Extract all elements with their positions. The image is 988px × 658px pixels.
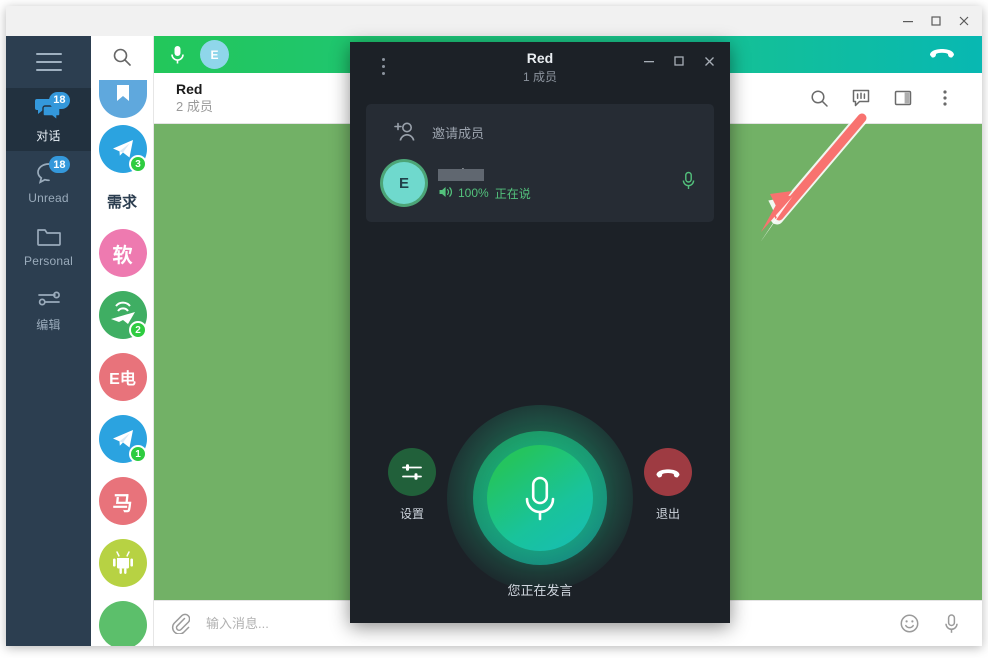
close-icon[interactable] xyxy=(694,48,724,74)
nav-item-label-chats: 对话 xyxy=(36,128,61,143)
list-item[interactable]: 2 xyxy=(91,284,153,346)
nav-item-chats[interactable]: 18 对话 xyxy=(6,88,91,151)
microphone-icon[interactable] xyxy=(154,44,200,66)
microphone-icon[interactable] xyxy=(681,171,696,196)
speaker-icon xyxy=(438,185,454,202)
voice-call-dialog: Red 1 成员 邀请成员 E 100% 正在说 设置 退出 您正在发言 xyxy=(350,42,730,623)
hangup-icon xyxy=(644,448,692,496)
list-item[interactable]: 3 xyxy=(91,118,153,180)
more-vertical-icon[interactable] xyxy=(368,51,398,81)
application-window: 18 对话 18 Unread Personal 编辑 3 需求 软 2 E电 … xyxy=(6,6,982,646)
chat-header-text[interactable]: Red 2 成员 xyxy=(154,81,213,116)
leave-label: 退出 xyxy=(655,507,680,521)
maximize-icon[interactable] xyxy=(922,6,950,36)
member-avatar-wrap: E xyxy=(376,162,432,204)
window-controls xyxy=(894,6,978,36)
android-icon xyxy=(112,551,133,574)
pin-icon[interactable] xyxy=(840,77,882,119)
member-volume: 100% xyxy=(458,186,489,200)
leave-call-button[interactable]: 退出 xyxy=(620,448,716,522)
chat-subtitle: 2 成员 xyxy=(176,99,213,115)
hangup-icon[interactable] xyxy=(928,44,956,65)
list-item[interactable] xyxy=(91,78,153,118)
nav-rail: 18 对话 18 Unread Personal 编辑 xyxy=(6,36,91,646)
list-item[interactable] xyxy=(91,594,153,646)
nav-item-personal[interactable]: Personal xyxy=(6,214,91,277)
list-item[interactable]: 1 xyxy=(91,408,153,470)
list-item[interactable] xyxy=(91,532,153,594)
folder-icon xyxy=(31,223,67,249)
member-status: 100% 正在说 xyxy=(438,185,531,202)
redaction-overlay xyxy=(438,168,484,181)
window-titlebar xyxy=(6,6,982,36)
member-info: engine 100% 正在说 xyxy=(438,165,531,202)
microphone-icon[interactable] xyxy=(930,613,972,635)
avatar-column: 3 需求 软 2 E电 1 马 xyxy=(91,36,154,646)
minimize-icon[interactable] xyxy=(634,48,664,74)
sliders-icon xyxy=(388,448,436,496)
unread-badge: 2 xyxy=(129,321,147,339)
chats-icon: 18 xyxy=(31,91,70,122)
sliders-icon xyxy=(31,285,67,311)
unread-badge: 1 xyxy=(129,445,147,463)
microphone-icon xyxy=(525,476,555,521)
nav-item-label-unread: Unread xyxy=(28,191,69,205)
invite-member-row[interactable]: 邀请成员 xyxy=(366,110,714,154)
invite-member-label: 邀请成员 xyxy=(432,125,485,141)
paperclip-icon[interactable] xyxy=(154,613,206,634)
nav-badge-unread: 18 xyxy=(49,156,70,173)
avatar: E xyxy=(200,40,229,69)
ma-avatar: 马 xyxy=(98,477,147,525)
call-controls: 设置 退出 您正在发言 xyxy=(350,393,730,623)
edian-avatar: E电 xyxy=(98,353,147,401)
list-item[interactable]: 马 xyxy=(91,470,153,532)
talk-button[interactable] xyxy=(487,445,593,551)
hamburger-icon[interactable] xyxy=(6,36,91,88)
nav-badge-chats: 18 xyxy=(49,91,70,109)
bookmark-icon xyxy=(116,85,129,101)
nav-item-edit[interactable]: 编辑 xyxy=(6,277,91,340)
list-item[interactable]: E电 xyxy=(91,346,153,408)
ruan-avatar: 软 xyxy=(98,229,147,277)
green-avatar xyxy=(98,601,147,646)
settings-button[interactable]: 设置 xyxy=(364,448,460,522)
member-speaking-status: 正在说 xyxy=(494,186,531,201)
nav-item-unread[interactable]: 18 Unread xyxy=(6,151,91,214)
nav-item-label-edit: 编辑 xyxy=(36,317,61,332)
maximize-icon[interactable] xyxy=(664,48,694,74)
unread-icon: 18 xyxy=(31,156,70,186)
split-panel-icon[interactable] xyxy=(882,77,924,119)
bookmark-avatar xyxy=(98,80,147,118)
android-avatar xyxy=(98,539,147,587)
unread-badge: 3 xyxy=(129,155,147,173)
search-icon[interactable] xyxy=(798,77,840,119)
dialog-titlebar: Red 1 成员 xyxy=(350,42,730,90)
more-vertical-icon[interactable] xyxy=(924,77,966,119)
talk-caption: 您正在发言 xyxy=(507,583,573,598)
member-name-wrap: engine xyxy=(438,165,484,183)
emoji-icon[interactable] xyxy=(888,613,930,634)
search-icon[interactable] xyxy=(91,36,153,78)
members-card: 邀请成员 E engine xyxy=(366,104,714,222)
minimize-icon[interactable] xyxy=(894,6,922,36)
close-icon[interactable] xyxy=(950,6,978,36)
group-label: 需求 xyxy=(106,193,137,211)
member-row[interactable]: E engine xyxy=(366,154,714,212)
dialog-window-controls xyxy=(634,48,724,74)
page-title: Red xyxy=(176,80,203,97)
chat-header-actions xyxy=(798,77,982,119)
avatar: E xyxy=(383,162,425,204)
settings-label: 设置 xyxy=(399,507,424,521)
add-person-icon xyxy=(382,120,428,144)
nav-item-label-personal: Personal xyxy=(24,254,73,268)
list-item[interactable]: 软 xyxy=(91,222,153,284)
